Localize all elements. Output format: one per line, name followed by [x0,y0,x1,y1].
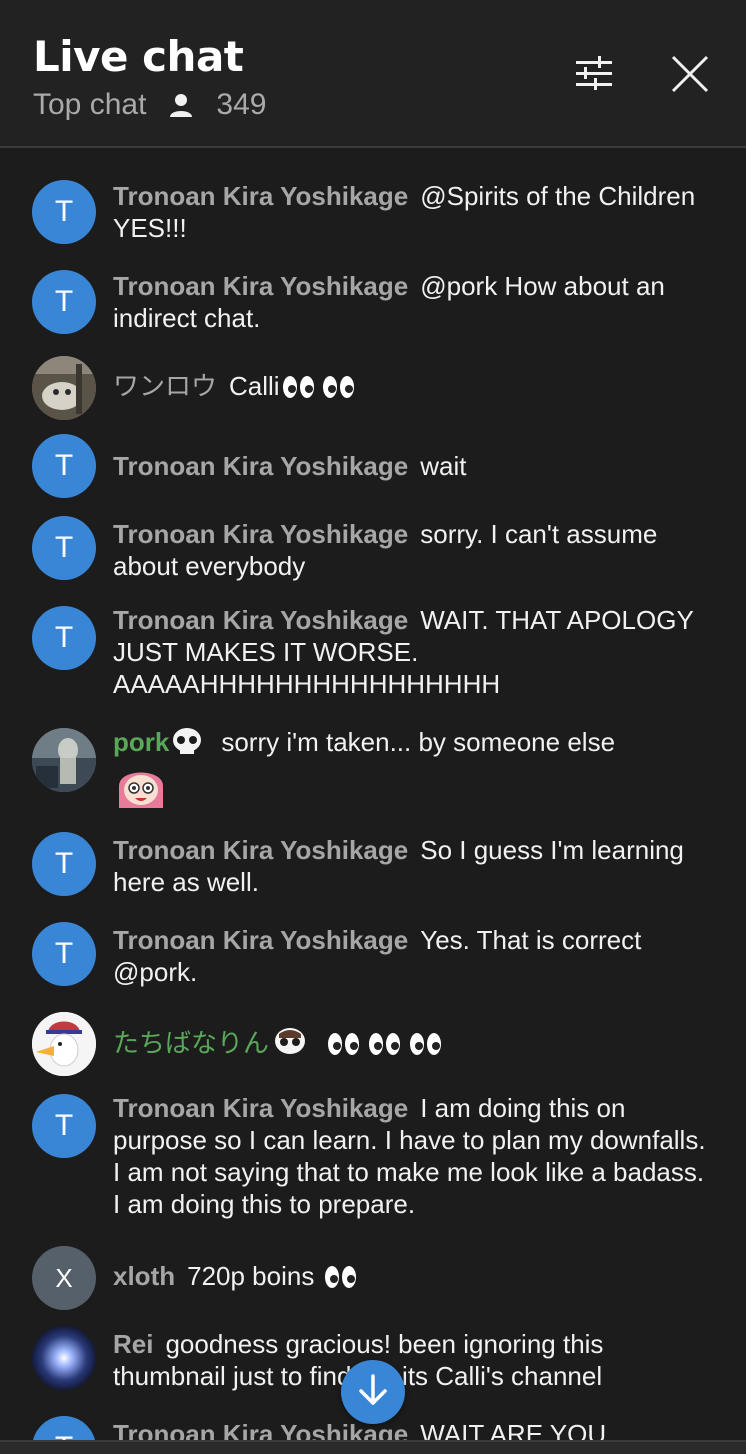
avatar[interactable] [32,728,96,792]
avatar[interactable] [32,1012,96,1076]
avatar[interactable]: T [32,270,96,334]
avatar[interactable]: T [32,516,96,580]
message-body: ワンロウ Calli [113,370,718,406]
eyes-emoji [282,374,356,406]
message-body: pork sorry i'm taken... by someone else [113,726,718,817]
chat-header: Live chat Top chat 349 [0,0,746,148]
author-name[interactable]: Tronoan Kira Yoshikage [113,519,408,549]
chat-title: Live chat [33,32,244,81]
chat-mode-label[interactable]: Top chat [33,88,146,122]
avatar-photo [32,356,96,420]
avatar-letter: T [54,847,74,880]
message-text: WAIT ARE YOU [420,1419,607,1440]
author-name[interactable]: Tronoan Kira Yoshikage [113,451,408,481]
chat-feed[interactable]: T Tronoan Kira Yoshikage @Spirits of the … [0,150,746,1440]
person-icon [168,92,194,118]
avatar-letter: T [54,1109,74,1142]
avatar[interactable]: T [32,1416,96,1440]
avatar[interactable] [32,356,96,420]
message-body: Tronoan Kira Yoshikage WAIT. THAT APOLOGY… [113,604,718,700]
author-name[interactable]: pork [113,727,169,757]
avatar[interactable]: T [32,832,96,896]
avatar-letter: T [54,285,74,318]
message-body: Tronoan Kira Yoshikage WAIT ARE YOU [113,1418,718,1440]
message-body: Tronoan Kira Yoshikage sorry. I can't ass… [113,518,718,582]
avatar[interactable]: T [32,606,96,670]
message-body: たちばなりん [113,1026,718,1063]
author-name[interactable]: たちばなりん [113,1028,269,1058]
sliders-icon [574,55,614,97]
avatar[interactable]: T [32,922,96,986]
message-body: Tronoan Kira Yoshikage Yes. That is corre… [113,924,718,988]
author-name[interactable]: Tronoan Kira Yoshikage [113,1093,408,1123]
avatar-photo [32,728,96,792]
message-body: Tronoan Kira Yoshikage wait [113,450,718,482]
avatar[interactable]: X [32,1246,96,1310]
avatar-photo [32,1326,96,1390]
skull-badge-icon [171,727,203,762]
message-text: 720p boins [187,1261,315,1291]
avatar-letter: T [54,195,74,228]
avatar[interactable]: T [32,1094,96,1158]
message-text: sorry i'm taken... by someone else [221,727,616,757]
avatar-letter: T [54,449,74,482]
author-name[interactable]: Tronoan Kira Yoshikage [113,181,408,211]
message-body: Tronoan Kira Yoshikage @Spirits of the Ch… [113,180,718,244]
avatar[interactable]: T [32,434,96,498]
author-name[interactable]: Tronoan Kira Yoshikage [113,605,408,635]
eyes-emoji [324,1264,358,1296]
live-chat-panel: Live chat Top chat 349 T Tronoan Kira Yo… [0,0,746,1454]
close-icon [671,55,709,98]
avatar[interactable]: T [32,180,96,244]
viewer-count: 349 [216,88,267,121]
avatar-letter: T [54,937,74,970]
message-body: Tronoan Kira Yoshikage I am doing this on… [113,1092,718,1220]
message-text: Calli [229,371,280,401]
chat-mode-row[interactable]: Top chat 349 [33,88,266,122]
avatar-letter: T [54,531,74,564]
message-text: wait [420,451,467,481]
author-name[interactable]: Tronoan Kira Yoshikage [113,925,408,955]
scroll-to-bottom-button[interactable] [341,1360,405,1424]
author-name[interactable]: Tronoan Kira Yoshikage [113,271,408,301]
close-button[interactable] [666,52,714,100]
arrow-down-icon [356,1373,390,1412]
message-body: xloth 720p boins [113,1260,718,1296]
avatar-letter: T [54,621,74,654]
message-body: Tronoan Kira Yoshikage @pork How about an… [113,270,718,334]
avatar-photo [32,1012,96,1076]
avatar[interactable] [32,1326,96,1390]
chat-input-bar-edge [0,1440,746,1454]
author-name[interactable]: ワンロウ [113,371,217,401]
message-body: Rei goodness gracious! been ignoring this… [113,1328,718,1392]
author-name[interactable]: xloth [113,1261,175,1291]
skull-badge-icon [273,1026,307,1063]
eyes-emoji [327,1031,443,1063]
filter-button[interactable] [570,52,618,100]
pink-hair-girl-emote [115,764,167,817]
author-name[interactable]: Tronoan Kira Yoshikage [113,835,408,865]
author-name[interactable]: Rei [113,1329,153,1359]
avatar-letter: T [55,1431,73,1440]
avatar-letter: X [55,1262,73,1293]
message-body: Tronoan Kira Yoshikage So I guess I'm lea… [113,834,718,898]
